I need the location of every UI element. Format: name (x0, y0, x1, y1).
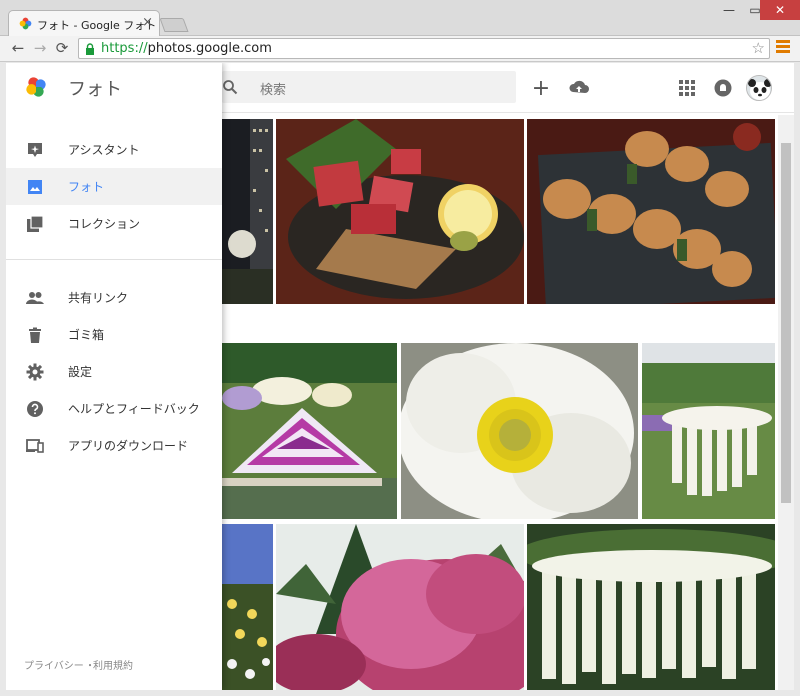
sashimi-photo[interactable] (276, 119, 524, 304)
wisteria-trellis-photo[interactable] (527, 524, 775, 690)
devices-icon (26, 438, 44, 453)
browser-tab[interactable]: フォト - Google フォト × (8, 10, 160, 36)
white-poppy-photo[interactable] (401, 343, 638, 519)
close-window-button[interactable]: ✕ (760, 0, 800, 20)
forward-arrow-icon[interactable]: → (30, 38, 50, 58)
nav-item-label: ゴミ箱 (68, 328, 105, 342)
nav-item-label: アプリのダウンロード (68, 439, 189, 453)
nav-item-trash[interactable]: ゴミ箱 (6, 316, 222, 353)
gear-icon (26, 363, 44, 380)
bookmark-star-icon[interactable]: ☆ (752, 39, 765, 57)
chrome-menu-icon[interactable] (776, 40, 790, 56)
white-wisteria-photo[interactable] (642, 343, 775, 519)
help-icon (27, 400, 43, 417)
nav-item-shared-links[interactable]: 共有リンク (6, 279, 222, 316)
drawer-title: フォト (68, 79, 122, 100)
avatar[interactable] (746, 75, 772, 101)
google-photos-favicon (19, 17, 32, 30)
page-viewport: 検索 + フォト アシスタント フォト コレクション 共有リンク ゴミ箱 設定 … (6, 63, 794, 690)
add-icon[interactable]: + (530, 76, 552, 101)
search-input[interactable]: 検索 (260, 79, 286, 98)
nav-item-label: ヘルプとフィードバック (68, 402, 200, 416)
nav-item-label: 共有リンク (68, 291, 129, 305)
browser-titlebar: フォト - Google フォト × — ▭ ✕ (0, 0, 800, 36)
collections-icon (27, 214, 44, 232)
nav-item-settings[interactable]: 設定 (6, 353, 222, 390)
terms-link[interactable]: 利用規約 (93, 657, 133, 672)
daisy-flowers-photo[interactable] (222, 524, 273, 690)
assistant-icon (28, 142, 42, 157)
nav-item-assistant[interactable]: アシスタント (6, 131, 222, 168)
pink-azalea-tree-photo[interactable] (276, 524, 524, 690)
trash-icon (29, 327, 41, 343)
google-photos-logo-icon (26, 77, 46, 97)
nav-item-label: コレクション (68, 217, 141, 231)
apps-icon[interactable] (679, 80, 695, 96)
nav-item-collections[interactable]: コレクション (6, 205, 222, 242)
minimize-button[interactable]: — (716, 0, 742, 20)
drawer-divider (6, 259, 222, 260)
url-host: photos.google.com (147, 41, 272, 56)
wisteria-garden-photo[interactable] (222, 343, 397, 519)
url-text: https://photos.google.com (101, 41, 272, 56)
new-tab-button[interactable] (159, 18, 189, 32)
back-arrow-icon[interactable]: ← (8, 38, 28, 58)
search-icon (223, 80, 238, 95)
reload-icon[interactable]: ⟳ (52, 38, 72, 58)
people-icon (26, 291, 44, 304)
scrollbar-thumb[interactable] (781, 143, 791, 503)
search-bar[interactable]: 検索 (222, 71, 516, 103)
upload-icon[interactable] (568, 77, 590, 99)
navigation-drawer: フォト アシスタント フォト コレクション 共有リンク ゴミ箱 設定 ヘルプとフ… (6, 63, 222, 690)
notifications-icon[interactable] (714, 79, 732, 97)
night-city-photo[interactable] (222, 119, 273, 304)
address-bar[interactable]: https://photos.google.com ☆ (78, 38, 770, 59)
nav-item-help[interactable]: ヘルプとフィードバック (6, 390, 222, 427)
lock-icon (86, 43, 94, 55)
privacy-link[interactable]: プライバシー (24, 657, 84, 672)
nav-item-app-download[interactable]: アプリのダウンロード (6, 427, 222, 464)
url-scheme: https:// (101, 41, 148, 56)
tab-close-icon[interactable]: × (142, 15, 153, 30)
nav-item-photos[interactable]: フォト (6, 168, 222, 205)
panda-avatar-icon (747, 76, 771, 100)
tab-title: フォト - Google フォト (37, 19, 157, 32)
browser-toolbar: ← → ⟳ https://photos.google.com ☆ (0, 36, 800, 62)
yakitori-photo[interactable] (527, 119, 775, 304)
nav-item-label: フォト (68, 180, 105, 194)
photos-icon (28, 179, 42, 194)
nav-item-label: 設定 (68, 365, 93, 379)
nav-item-label: アシスタント (68, 143, 140, 157)
